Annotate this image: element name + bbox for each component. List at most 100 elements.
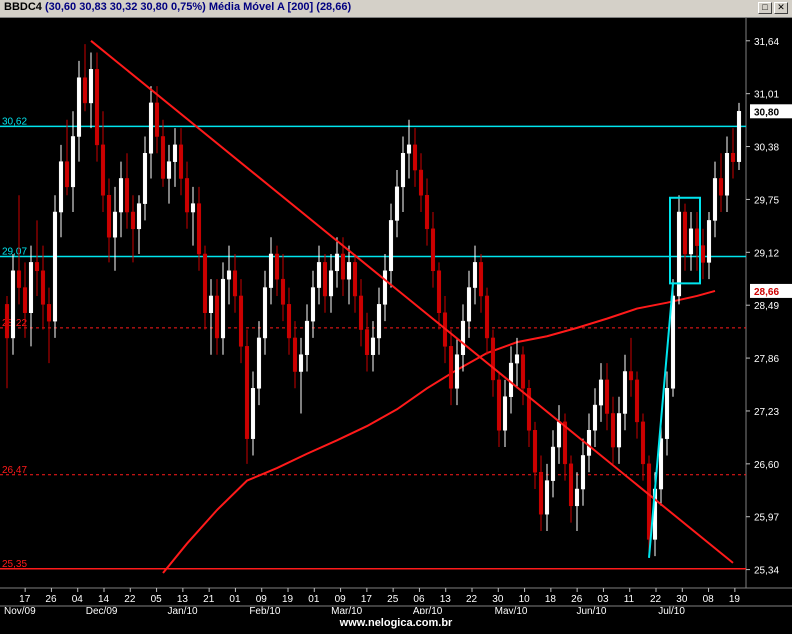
candle-body: [142, 153, 148, 204]
candle-body: [172, 144, 178, 162]
candle-body: [262, 287, 268, 339]
x-day-label: 30: [492, 594, 504, 605]
candle-body: [418, 169, 424, 196]
candle-body: [160, 136, 166, 179]
candle-body: [712, 178, 718, 221]
candle-body: [106, 194, 112, 238]
candle-body: [388, 220, 394, 272]
x-month-label: May/10: [495, 606, 528, 614]
candle-body: [64, 161, 70, 188]
candle-body: [550, 446, 556, 481]
candle-body: [286, 304, 292, 339]
candle-body: [514, 354, 520, 364]
candle-body: [316, 262, 322, 288]
x-month-label: Nov/09: [4, 606, 36, 614]
candle-body: [628, 371, 634, 381]
candle-body: [184, 178, 190, 213]
candle-body: [556, 421, 562, 448]
candle-body: [616, 413, 622, 448]
candle-body: [334, 253, 340, 272]
x-month-label: Jun/10: [576, 606, 606, 614]
candle-body: [694, 228, 700, 246]
candle-body: [364, 329, 370, 355]
candle-body: [370, 337, 376, 355]
candle-body: [178, 144, 184, 179]
horizontal-line-label: 29,07: [2, 247, 27, 258]
chart-window: BBDC4 (30,60 30,83 30,32 30,80 0,75%) Mé…: [0, 0, 792, 634]
candle-body: [52, 211, 58, 322]
candle-body: [196, 203, 202, 255]
candle-body: [682, 211, 688, 255]
candle-body: [154, 102, 160, 137]
candle-body: [640, 421, 646, 465]
candle-body: [424, 194, 430, 230]
candle-body: [604, 379, 610, 414]
x-day-label: 03: [597, 594, 609, 605]
candle-body: [736, 111, 742, 162]
candle-body: [412, 144, 418, 171]
candle-body: [22, 287, 28, 314]
x-day-label: 22: [124, 594, 136, 605]
candle-body: [280, 278, 286, 305]
y-tick-label: 29,12: [754, 248, 779, 259]
y-tick-label: 31,64: [754, 37, 779, 48]
candle-body: [592, 404, 598, 431]
candle-body: [394, 186, 400, 221]
candle-body: [118, 178, 124, 213]
candle-body: [220, 278, 226, 339]
candle-body: [622, 371, 628, 414]
x-day-label: 11: [624, 594, 635, 605]
candle-body: [376, 304, 382, 339]
candle-body: [310, 287, 316, 322]
candle-body: [16, 270, 22, 288]
x-day-label: 05: [151, 594, 163, 605]
close-button[interactable]: ✕: [774, 2, 788, 14]
candle-body: [58, 161, 64, 213]
candle-body: [700, 245, 706, 263]
x-month-label: Jan/10: [168, 606, 198, 614]
y-tick-label: 27,86: [754, 354, 779, 365]
quote-label: (30,60 30,83 30,32 30,80 0,75%): [44, 1, 206, 13]
candle-body: [574, 488, 580, 507]
ma-value-label: 28,66: [754, 287, 779, 298]
x-day-label: 30: [676, 594, 688, 605]
candle-body: [610, 413, 616, 448]
x-day-label: 06: [413, 594, 425, 605]
candle-body: [226, 270, 232, 280]
candle-body: [538, 471, 544, 515]
title-bar[interactable]: BBDC4 (30,60 30,83 30,32 30,80 0,75%) Mé…: [0, 0, 792, 18]
y-tick-label: 27,23: [754, 407, 779, 418]
candle-body: [580, 455, 586, 490]
candle-body: [214, 295, 220, 339]
y-tick-label: 26,60: [754, 460, 779, 471]
candle-body: [190, 203, 196, 213]
candle-body: [340, 253, 346, 280]
maximize-icon: □: [762, 2, 768, 12]
candle-body: [496, 379, 502, 431]
candle-body: [148, 102, 154, 154]
maximize-button[interactable]: □: [758, 2, 772, 14]
candle-body: [484, 295, 490, 339]
candle-body: [82, 77, 88, 104]
candle-body: [430, 228, 436, 272]
symbol-label: BBDC4: [4, 1, 42, 13]
candlestick-chart[interactable]: 31,64 31,01 30,38 29,75 29,12 28,49 27,86 27,23…: [0, 18, 792, 614]
candle-body: [4, 304, 10, 339]
y-tick-label: 28,49: [754, 301, 779, 312]
x-day-label: 04: [72, 594, 84, 605]
x-day-label: 08: [703, 594, 715, 605]
candle-body: [730, 153, 736, 162]
candle-body: [544, 480, 550, 515]
candle-body: [124, 178, 130, 213]
x-month-label: Jul/10: [658, 606, 685, 614]
x-day-label: 25: [387, 594, 399, 605]
candle-body: [268, 253, 274, 288]
candle-body: [724, 153, 730, 196]
candle-body: [706, 220, 712, 263]
candle-body: [166, 161, 172, 179]
candle-body: [46, 304, 52, 322]
candle-body: [598, 379, 604, 406]
horizontal-line-label: 30,62: [2, 116, 27, 127]
candle-body: [274, 253, 280, 280]
candle-body: [94, 69, 100, 146]
